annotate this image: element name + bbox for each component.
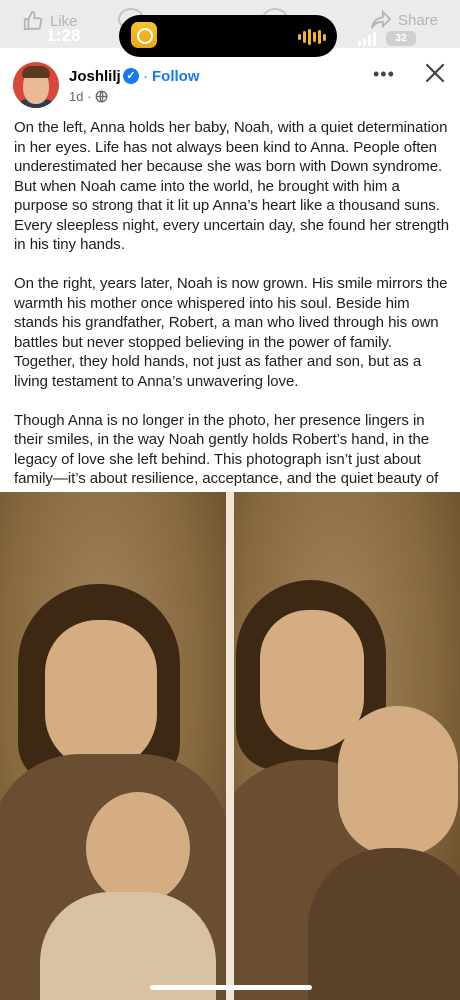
- woman-face: [45, 620, 157, 770]
- old-man-sweater: [308, 848, 460, 1000]
- caption-paragraph: On the right, years later, Noah is now g…: [14, 275, 448, 390]
- author-name[interactable]: Joshlilj: [69, 68, 121, 85]
- old-man-head: [338, 706, 458, 856]
- share-button[interactable]: Share: [370, 10, 438, 30]
- baby-body: [40, 892, 216, 1000]
- photo-panel-left: [0, 492, 226, 1000]
- status-time: 1:28: [46, 26, 81, 45]
- post-photo[interactable]: [0, 492, 460, 1000]
- clock-app-icon: [131, 22, 157, 48]
- post-caption: On the left, Anna holds her baby, Noah, …: [14, 118, 450, 528]
- post-meta: 1d ·: [69, 89, 108, 104]
- thumbs-up-icon: [23, 10, 43, 31]
- audio-waveform-icon: [298, 29, 326, 45]
- globe-icon: [95, 90, 108, 103]
- share-arrow-icon: [370, 10, 392, 29]
- battery-indicator: 32: [386, 31, 416, 46]
- share-label: Share: [397, 11, 438, 29]
- young-woman-face: [260, 610, 364, 750]
- avatar[interactable]: [13, 62, 59, 108]
- more-options-button[interactable]: •••: [373, 64, 395, 85]
- close-icon[interactable]: [424, 62, 446, 84]
- photo-divider: [226, 492, 234, 1000]
- header-separator: ·: [143, 68, 148, 85]
- post-timestamp[interactable]: 1d ·: [69, 89, 91, 104]
- photo-panel-right: [234, 492, 460, 1000]
- avatar-hair: [22, 66, 50, 78]
- cellular-signal-icon: [358, 32, 376, 46]
- home-indicator[interactable]: [150, 985, 312, 990]
- follow-button[interactable]: Follow: [152, 68, 200, 85]
- caption-paragraph: On the left, Anna holds her baby, Noah, …: [14, 119, 450, 253]
- verified-badge-icon: ✓: [123, 68, 139, 84]
- baby-head: [86, 792, 190, 904]
